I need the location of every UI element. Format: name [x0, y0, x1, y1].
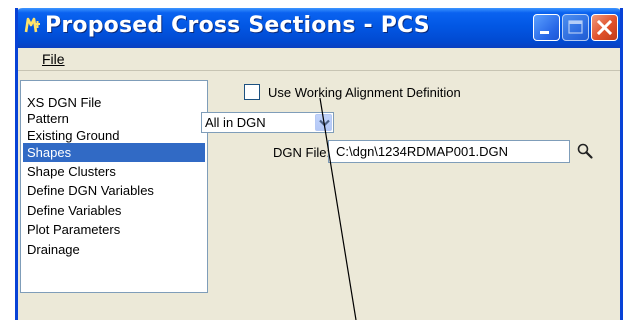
- menu-file-label: File: [42, 51, 65, 67]
- use-working-alignment-checkbox[interactable]: [244, 84, 260, 100]
- list-item[interactable]: Define DGN Variables: [23, 181, 205, 200]
- dgn-file-label: DGN File:: [273, 145, 331, 160]
- section-list[interactable]: XS DGN File Pattern Existing Ground Shap…: [20, 80, 208, 293]
- close-icon: [596, 19, 613, 36]
- list-item[interactable]: Define Variables: [23, 201, 205, 220]
- search-icon[interactable]: [576, 142, 594, 160]
- list-item-selected[interactable]: Shapes: [23, 143, 205, 162]
- list-item[interactable]: Drainage: [23, 240, 205, 259]
- use-working-alignment-label[interactable]: Use Working Alignment Definition: [268, 85, 461, 100]
- minimize-button[interactable]: [533, 14, 560, 41]
- maximize-button[interactable]: [562, 14, 589, 41]
- mode-select[interactable]: All in DGN: [201, 112, 334, 133]
- minimize-icon: [540, 31, 549, 34]
- chevron-down-icon: [319, 119, 330, 127]
- list-item[interactable]: Shape Clusters: [23, 162, 205, 181]
- title-bar[interactable]: Proposed Cross Sections - PCS: [18, 8, 620, 48]
- window-title: Proposed Cross Sections - PCS: [45, 13, 430, 38]
- menu-file[interactable]: File: [42, 51, 65, 67]
- maximize-icon: [568, 20, 583, 34]
- mode-select-value: All in DGN: [205, 115, 266, 130]
- list-item[interactable]: Plot Parameters: [23, 220, 205, 239]
- close-button[interactable]: [591, 14, 618, 41]
- app-logo-icon: [24, 17, 40, 33]
- menu-bar: File: [18, 48, 620, 71]
- mode-dropdown-button[interactable]: [315, 114, 332, 131]
- dgn-file-input[interactable]: [328, 140, 570, 163]
